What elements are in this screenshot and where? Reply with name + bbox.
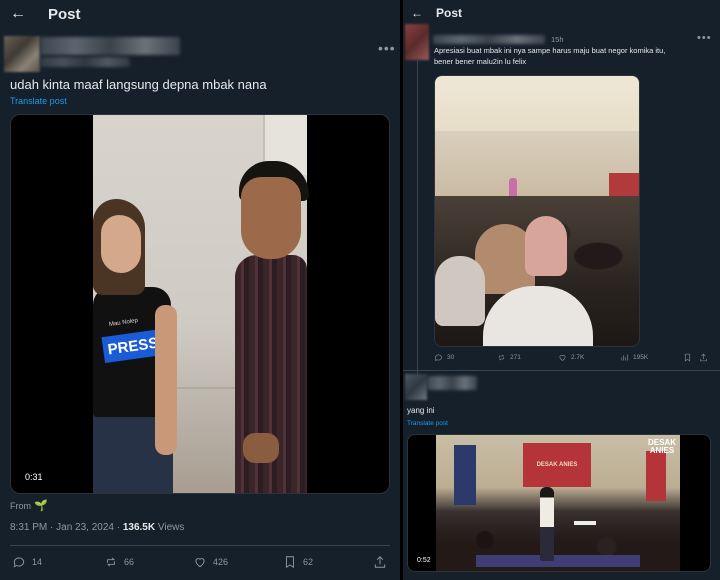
bookmark-count: 62 — [303, 557, 314, 567]
bookmark-icon — [286, 556, 294, 569]
stage-banner: DESAK ANIES — [523, 443, 591, 487]
reply-text-line2: bener bener malu2in lu felix — [434, 57, 527, 66]
reply-action-bar: 30 271 2.7K 195K — [403, 353, 720, 365]
thread-panel: ← Post 15h ••• Apresiasi buat mbak ini n… — [403, 0, 720, 580]
from-label: From — [10, 501, 31, 511]
share-button[interactable] — [699, 353, 712, 362]
views-icon — [621, 354, 628, 361]
reply-icon — [435, 354, 442, 362]
reply-icon — [13, 557, 25, 568]
views-button[interactable]: 195K — [620, 353, 648, 362]
reply2-video[interactable]: DESAK ANIES DESAK ANIES 0:52 — [407, 434, 711, 572]
share-icon — [374, 556, 386, 568]
reply-image[interactable] — [434, 75, 640, 347]
video-frame: Mau Nolep PRESS — [93, 115, 309, 493]
repost-icon — [106, 557, 116, 567]
video-duration: 0:52 — [414, 556, 434, 565]
repost-icon — [498, 354, 505, 361]
post-meta: 8:31 PM · Jan 23, 2024 · 136.5K Views — [10, 522, 184, 533]
tweet-text: udah kinta maaf langsung depna mbak nana — [10, 77, 267, 92]
reply-time[interactable]: 15h — [551, 35, 564, 44]
divider — [10, 545, 390, 546]
reply-count: 14 — [32, 557, 43, 567]
thread-line — [417, 58, 418, 378]
like-button[interactable]: 2.7K — [558, 353, 584, 362]
reply-count: 30 — [447, 354, 455, 361]
reply-button[interactable]: 30 — [434, 353, 454, 362]
like-count: 2.7K — [571, 354, 585, 361]
page-title: Post — [436, 6, 463, 20]
back-arrow-icon[interactable]: ← — [409, 5, 425, 21]
more-options-icon[interactable]: ••• — [697, 32, 712, 44]
author-handle-redacted[interactable] — [40, 57, 130, 67]
views-count: 136.5K — [122, 522, 156, 533]
bookmark-button[interactable]: 62 — [283, 555, 313, 569]
source-label: From 🌱 — [10, 499, 48, 512]
reply2-author-redacted[interactable] — [427, 376, 477, 390]
views-count: 195K — [633, 354, 649, 361]
post-header: ← Post — [0, 0, 400, 30]
translate-post-link[interactable]: Translate post — [10, 96, 67, 106]
thread-header: ← Post — [403, 0, 720, 30]
repost-button[interactable]: 66 — [104, 555, 134, 569]
bookmark-icon — [684, 353, 691, 362]
share-button[interactable] — [373, 555, 393, 569]
desak-anies-logo: DESAK ANIES — [647, 438, 676, 455]
reply-author-redacted[interactable] — [433, 35, 545, 44]
heart-icon — [559, 355, 566, 361]
main-post-panel: ← Post ••• udah kinta maaf langsung depn… — [0, 0, 400, 580]
action-bar: 14 66 426 62 — [0, 555, 400, 573]
reply2-text: yang ini — [407, 406, 435, 415]
bookmark-button[interactable] — [683, 353, 696, 362]
sprout-icon[interactable]: 🌱 — [34, 500, 48, 512]
reply-button[interactable]: 14 — [12, 555, 42, 569]
like-count: 426 — [213, 557, 229, 567]
views-label: Views — [155, 522, 185, 533]
divider — [403, 370, 720, 371]
reply-text-line1: Apresiasi buat mbak ini nya sampe harus … — [434, 46, 666, 55]
more-options-icon[interactable]: ••• — [378, 40, 396, 56]
reply2-avatar[interactable] — [405, 374, 427, 400]
tweet-video[interactable]: Mau Nolep PRESS 0:31 — [10, 114, 390, 494]
page-title: Post — [48, 6, 81, 23]
heart-icon — [195, 558, 205, 568]
like-button[interactable]: 426 — [193, 555, 228, 569]
back-arrow-icon[interactable]: ← — [10, 5, 26, 22]
translate-post-link[interactable]: Translate post — [407, 420, 448, 427]
reply-avatar[interactable] — [405, 24, 429, 60]
post-timestamp[interactable]: 8:31 PM · Jan 23, 2024 · — [10, 522, 123, 533]
share-icon — [700, 353, 707, 362]
speaker — [540, 487, 554, 561]
repost-button[interactable]: 271 — [497, 353, 521, 362]
avatar[interactable] — [4, 36, 40, 72]
video-duration: 0:31 — [21, 471, 47, 483]
repost-count: 66 — [124, 557, 135, 567]
video-frame: DESAK ANIES DESAK ANIES — [436, 435, 680, 571]
repost-count: 271 — [510, 354, 521, 361]
author-name-redacted[interactable] — [40, 37, 180, 55]
